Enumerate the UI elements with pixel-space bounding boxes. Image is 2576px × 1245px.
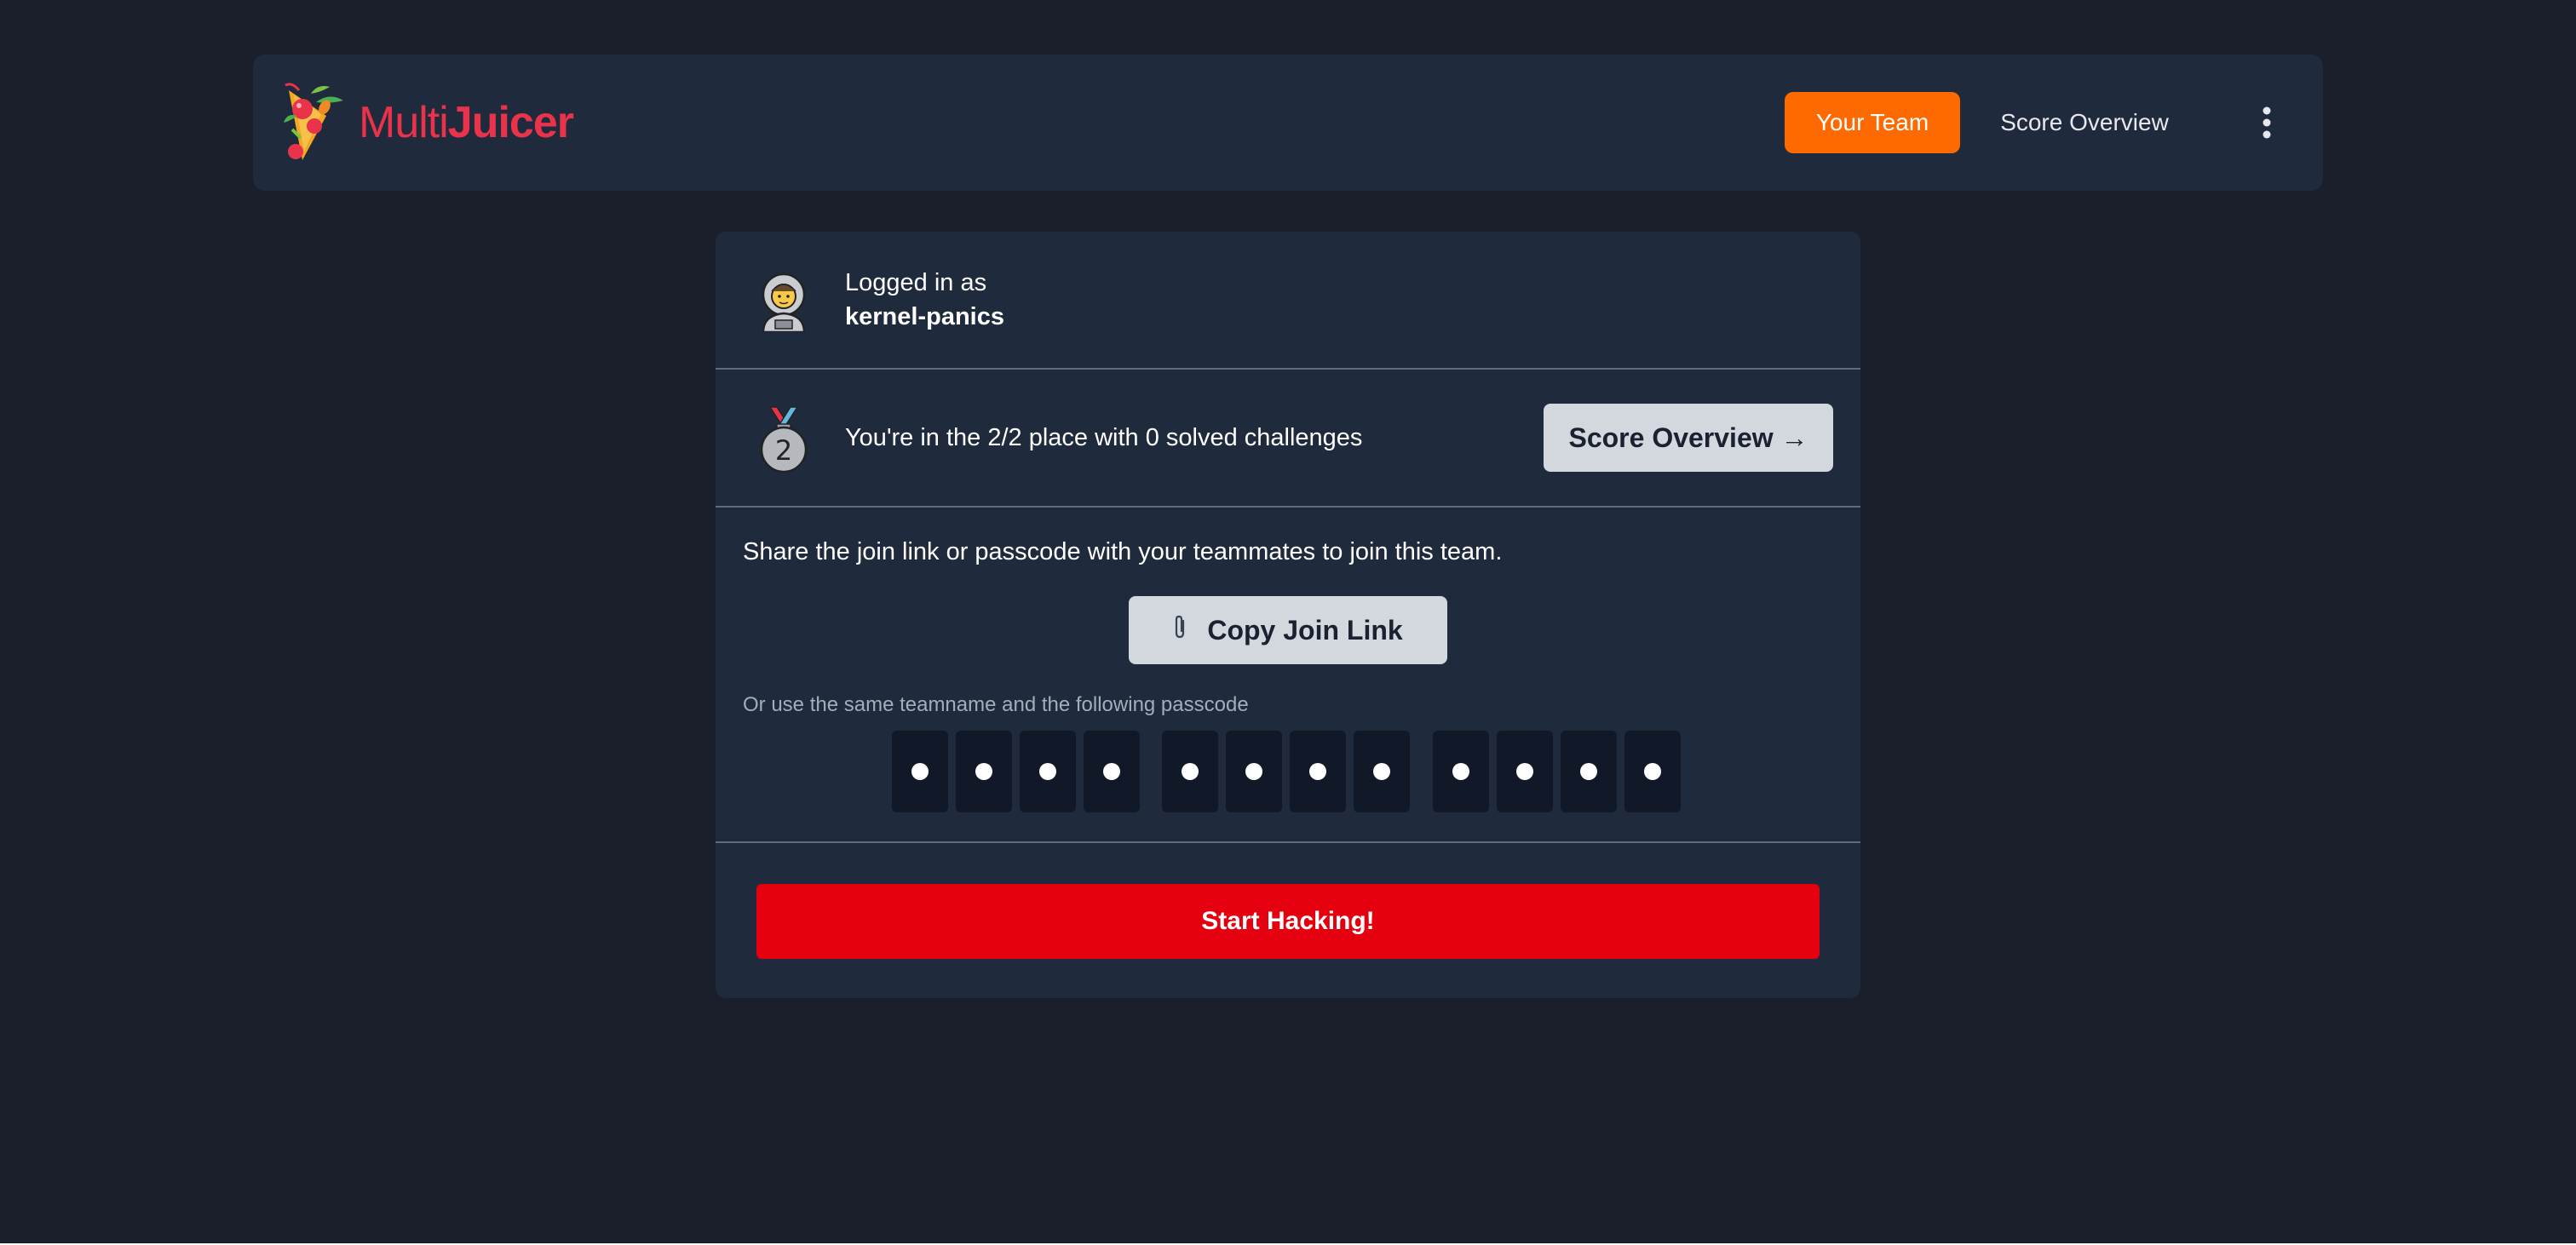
- passcode-digit: [956, 731, 1012, 812]
- copy-join-link-label: Copy Join Link: [1207, 614, 1403, 645]
- divider: [716, 841, 1860, 843]
- second-place-medal-icon: 2: [756, 405, 811, 473]
- copy-join-link-button[interactable]: Copy Join Link: [1129, 596, 1447, 664]
- fruit-cocktail-icon: [284, 83, 343, 160]
- multijuicer-logo[interactable]: MultiJuicer: [277, 78, 574, 167]
- nav-score-overview-link[interactable]: Score Overview: [1991, 92, 2178, 153]
- paperclip-icon: [1173, 614, 1188, 646]
- kebab-menu-icon[interactable]: [2241, 97, 2292, 148]
- passcode-digit: [1162, 731, 1218, 812]
- place-summary-text: You're in the 2/2 place with 0 solved ch…: [845, 424, 1363, 451]
- passcode-digit: [1290, 731, 1346, 812]
- team-status-card: Logged in as kernel-panics 2 You're in t…: [716, 232, 1860, 998]
- passcode-display: [716, 731, 1860, 812]
- passcode-digit: [1084, 731, 1140, 812]
- login-section: Logged in as kernel-panics: [716, 232, 1860, 368]
- logo-text-multi: Multi: [359, 98, 449, 147]
- top-navbar: MultiJuicer Your Team Score Overview: [253, 55, 2323, 191]
- logged-in-label: Logged in as: [845, 269, 987, 296]
- passcode-digit: [1020, 731, 1076, 812]
- passcode-hint: Or use the same teamname and the followi…: [743, 693, 1249, 716]
- divider: [716, 368, 1860, 370]
- logo-wordmark: MultiJuicer: [359, 97, 574, 148]
- passcode-digit: [1354, 731, 1410, 812]
- medal-number: 2: [775, 434, 792, 467]
- passcode-digit: [892, 731, 948, 812]
- logo-text-juicer: Juicer: [447, 98, 574, 147]
- nav-your-team-button[interactable]: Your Team: [1785, 92, 1960, 153]
- passcode-digit: [1433, 731, 1489, 812]
- astronaut-avatar-icon: [756, 271, 811, 334]
- passcode-digit: [1624, 731, 1681, 812]
- start-hacking-button[interactable]: Start Hacking!: [756, 884, 1820, 959]
- divider: [716, 506, 1860, 508]
- passcode-digit: [1226, 731, 1282, 812]
- passcode-digit: [1561, 731, 1617, 812]
- passcode-digit: [1497, 731, 1553, 812]
- share-instructions: Share the join link or passcode with you…: [743, 538, 1503, 565]
- score-overview-button[interactable]: Score Overview →: [1544, 404, 1833, 472]
- team-name: kernel-panics: [845, 303, 1004, 330]
